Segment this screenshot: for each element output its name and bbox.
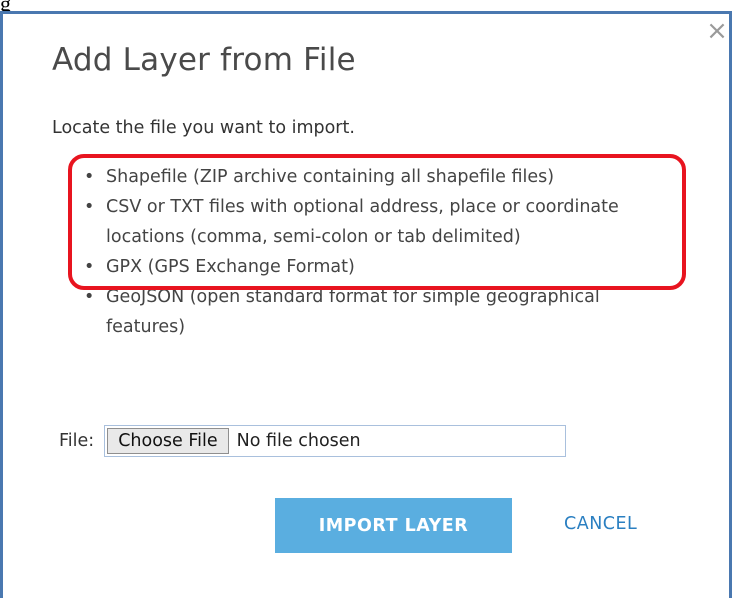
list-item: • CSV or TXT files with optional address… (84, 192, 674, 252)
cancel-button[interactable]: CANCEL (564, 514, 637, 534)
file-input-row: File: Choose File No file chosen (59, 424, 567, 458)
bullet-icon: • (84, 197, 95, 217)
import-layer-button[interactable]: IMPORT LAYER (275, 498, 512, 553)
dialog-title: Add Layer from File (52, 42, 356, 78)
format-gpx: GPX (GPS Exchange Format) (106, 257, 355, 277)
bullet-icon: • (84, 257, 95, 277)
close-icon[interactable]: × (706, 18, 728, 44)
format-shapefile: Shapefile (ZIP archive containing all sh… (106, 167, 555, 187)
supported-formats-list: • Shapefile (ZIP archive containing all … (84, 162, 674, 342)
list-item: • GeoJSON (open standard format for simp… (84, 282, 674, 342)
bullet-icon: • (84, 287, 95, 307)
choose-file-button[interactable]: Choose File (107, 428, 229, 454)
screenshot-stage: g × Add Layer from File Locate the file … (0, 0, 735, 598)
instructions-text: Locate the file you want to import. (52, 118, 355, 138)
list-item: • GPX (GPS Exchange Format) (84, 252, 674, 282)
file-label: File: (59, 431, 95, 451)
list-item: • Shapefile (ZIP archive containing all … (84, 162, 674, 192)
bullet-icon: • (84, 167, 95, 187)
file-status-text: No file chosen (236, 431, 361, 451)
format-csv-txt: CSV or TXT files with optional address, … (106, 197, 619, 247)
file-input[interactable]: Choose File No file chosen (104, 425, 567, 457)
format-geojson: GeoJSON (open standard format for simple… (106, 287, 600, 337)
